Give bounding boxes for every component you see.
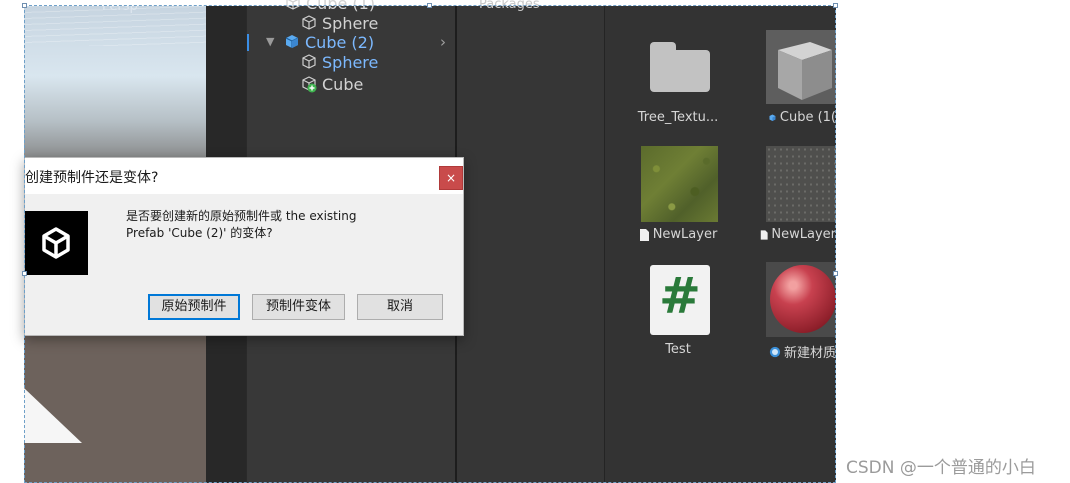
hierarchy-item-sphere[interactable]: Sphere — [300, 13, 378, 33]
cube-added-icon — [302, 76, 317, 93]
hierarchy-item-cube-1[interactable]: Cube (1) — [284, 0, 375, 13]
close-icon: × — [445, 171, 457, 185]
hierarchy-item-label: Cube (1) — [306, 0, 376, 13]
material-thumbnail[interactable] — [766, 262, 836, 337]
fold-arrow-icon[interactable]: ▼ — [266, 35, 274, 48]
asset-label: 新建材质 — [783, 346, 836, 361]
dialog-title: 创建预制件还是变体? — [25, 170, 159, 186]
file-icon — [760, 229, 768, 240]
hash-symbol: # — [659, 267, 701, 325]
asset-newlayer-1[interactable]: NewLayer — [633, 227, 723, 242]
dialog-message: 是否要创建新的原始预制件或 the existing Prefab 'Cube … — [126, 208, 446, 242]
material-icon — [769, 346, 781, 357]
hierarchy-item-label: Cube (2) — [305, 32, 375, 52]
asset-label: Cube (1( — [779, 110, 836, 125]
chevron-right-icon[interactable]: › — [440, 33, 446, 51]
asset-label: NewLayer — [652, 227, 718, 242]
hierarchy-item-label: Sphere — [322, 52, 379, 72]
hierarchy-item-cube-added[interactable]: Cube — [300, 74, 363, 94]
cube-outline-icon — [286, 0, 300, 10]
asset-label: NewLayer — [771, 227, 836, 242]
cube-outline-icon — [302, 15, 316, 30]
scene-persp-label: Persp — [102, 6, 138, 14]
resize-handle[interactable] — [427, 3, 432, 8]
scene-white-object[interactable] — [24, 388, 82, 443]
cube-prefab-thumbnail[interactable] — [766, 30, 836, 104]
original-prefab-button[interactable]: 原始预制件 — [148, 294, 240, 320]
resize-handle[interactable] — [22, 271, 27, 276]
close-button[interactable]: × — [439, 166, 463, 190]
resize-handle[interactable] — [833, 3, 838, 8]
grass-texture-thumbnail[interactable] — [641, 146, 718, 222]
cancel-button[interactable]: 取消 — [357, 294, 443, 320]
prefab-cube-icon — [769, 114, 776, 121]
screenshot: Persp ▼ › Cube (1) Sphere Cube (2) Spher… — [0, 0, 1070, 483]
watermark: CSDN @一个普通的小白 — [846, 458, 1036, 478]
prefab-variant-button[interactable]: 预制件变体 — [252, 294, 345, 320]
hierarchy-item-cube-2[interactable]: Cube (2) — [283, 32, 374, 52]
packages-label: Packages — [479, 0, 540, 12]
asset-label: Test — [665, 342, 691, 357]
asset-newlayer-2[interactable]: NewLayer — [760, 227, 836, 242]
resize-handle[interactable] — [22, 3, 27, 8]
hierarchy-item-label: Cube — [322, 74, 364, 94]
resize-handle[interactable] — [833, 271, 838, 276]
material-sphere-preview — [770, 265, 836, 333]
drag-insertion-marker — [247, 34, 249, 51]
folder-icon-body[interactable] — [650, 50, 710, 92]
project-folder-tree: Packages — [457, 0, 605, 483]
asset-tree-textures[interactable]: Tree_Textu... — [633, 110, 723, 125]
dialog-titlebar[interactable]: 创建预制件还是变体? × — [25, 158, 463, 194]
asset-test-script[interactable]: Test — [633, 342, 723, 357]
cube-outline-icon — [302, 54, 316, 69]
asset-new-material[interactable]: 新建材质 — [766, 342, 836, 361]
csharp-script-icon[interactable]: # — [650, 265, 710, 335]
hierarchy-item-label: Sphere — [322, 13, 379, 33]
cube-3d-icon — [778, 42, 832, 100]
create-prefab-dialog: 创建预制件还是变体? × 是否要创建新的原始预制件或 the existing … — [24, 157, 464, 336]
unity-cube-logo — [42, 227, 70, 259]
dialog-message-line-1: 是否要创建新的原始预制件或 the existing — [126, 209, 357, 223]
asset-cube-prefab[interactable]: Cube (1( — [766, 110, 836, 125]
dialog-message-line-2: Prefab 'Cube (2)' 的变体? — [126, 226, 273, 240]
unity-logo-icon — [25, 211, 88, 275]
rough-texture-thumbnail[interactable] — [766, 146, 836, 222]
asset-label: Tree_Textu... — [637, 110, 719, 125]
file-icon — [639, 228, 649, 241]
hierarchy-item-sphere-child[interactable]: Sphere — [300, 52, 378, 72]
prefab-cube-icon — [285, 35, 299, 48]
